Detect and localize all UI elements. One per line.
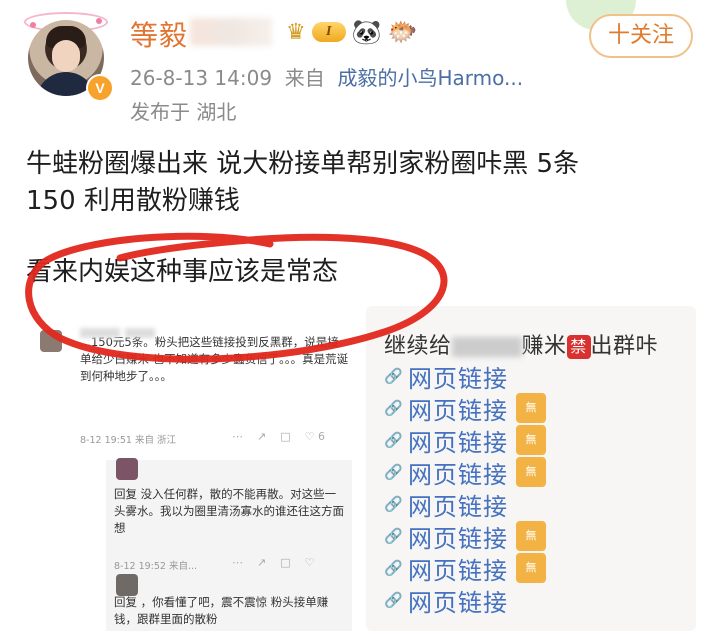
follow-button[interactable]: 十关注 bbox=[589, 14, 693, 58]
reply-avatar bbox=[116, 574, 138, 596]
link-icon: 🔗 bbox=[384, 559, 403, 577]
post-line: 牛蛙粉圈爆出来 说大粉接单帮别家粉圈咔黑 5条 bbox=[26, 149, 580, 179]
fish-icon[interactable]: 🐡 bbox=[388, 20, 418, 44]
post-meta: 26-8-13 14:09 来自 成毅的小鸟Harmo... bbox=[130, 62, 523, 91]
halo-dot bbox=[30, 22, 36, 28]
share-icon: ↗ bbox=[257, 556, 267, 569]
web-link-row[interactable]: 🔗 网页链接 bbox=[384, 359, 508, 394]
web-link-row[interactable]: 🔗 网页链接無 bbox=[384, 519, 546, 554]
halo-dot bbox=[96, 18, 102, 24]
redaction bbox=[451, 337, 522, 357]
author-avatar-frame[interactable]: V bbox=[22, 12, 114, 104]
reply-meta: 8-12 19:52 来自... bbox=[114, 561, 198, 572]
post-image-comments[interactable]: ...150元5条。粉头把这些链接投到反黑群，说是接单给少白赚米 也不知道有多少… bbox=[36, 312, 354, 631]
more-icon: ⋯ bbox=[232, 556, 243, 569]
web-link-label[interactable]: 网页链接 bbox=[408, 359, 508, 394]
comment-icon: □ bbox=[280, 430, 291, 443]
web-link-label[interactable]: 网页链接 bbox=[408, 391, 508, 426]
chat-message-title: 继续给 赚米禁出群咔 bbox=[384, 334, 659, 359]
user-badges: ♛ I 🐼 🐡 bbox=[286, 14, 418, 50]
web-link-label[interactable]: 网页链接 bbox=[408, 583, 508, 618]
like-count: 6 bbox=[318, 430, 325, 443]
link-icon: 🔗 bbox=[384, 527, 403, 545]
link-badge: 無 bbox=[516, 521, 546, 551]
link-icon: 🔗 bbox=[384, 463, 403, 481]
source-prefix: 来自 bbox=[284, 66, 325, 90]
crown-icon: ♛ bbox=[286, 19, 306, 45]
like-icon: ♡ bbox=[304, 556, 315, 569]
web-link-label[interactable]: 网页链接 bbox=[408, 551, 508, 586]
comment-icon: □ bbox=[280, 556, 291, 569]
post-location: 发布于 湖北 bbox=[130, 100, 237, 124]
ban-badge: 禁 bbox=[566, 335, 591, 359]
link-badge: 無 bbox=[516, 457, 546, 487]
link-icon: 🔗 bbox=[384, 431, 403, 449]
web-link-row[interactable]: 🔗 网页链接 bbox=[384, 583, 508, 618]
post-line: 150 利用散粉赚钱 bbox=[26, 186, 240, 216]
like-icon: ♡ bbox=[304, 430, 315, 443]
link-icon: 🔗 bbox=[384, 591, 403, 609]
post-timestamp: 26-8-13 14:09 bbox=[130, 66, 273, 90]
level-badge[interactable]: I bbox=[311, 22, 346, 42]
comment-actions[interactable]: ⋯ ↗ □ ♡ 6 bbox=[232, 430, 325, 443]
post-line: 看来内娱这种事应该是常态 bbox=[26, 257, 339, 287]
panda-icon[interactable]: 🐼 bbox=[352, 20, 382, 44]
post-body: 牛蛙粉圈爆出来 说大粉接单帮别家粉圈咔黑 5条 150 利用散粉赚钱 看来内娱这… bbox=[26, 146, 706, 291]
commenter-avatar bbox=[40, 330, 62, 352]
web-link-label[interactable]: 网页链接 bbox=[408, 423, 508, 458]
source-link[interactable]: 成毅的小鸟Harmo... bbox=[338, 66, 524, 90]
web-link-row[interactable]: 🔗 网页链接無 bbox=[384, 423, 546, 458]
web-link-row[interactable]: 🔗 网页链接無 bbox=[384, 551, 546, 586]
more-icon: ⋯ bbox=[232, 430, 243, 443]
web-link-row[interactable]: 🔗 网页链接無 bbox=[384, 455, 546, 490]
comment-meta: 8-12 19:51 来自 浙江 bbox=[80, 435, 176, 446]
web-link-row[interactable]: 🔗 网页链接 bbox=[384, 487, 508, 522]
reply-text: 回复 没入任何群，散的不能再散。对这些一头雾水。我以为圈里清汤寡水的谁还往这方面… bbox=[114, 487, 344, 535]
reply-text: 回复 ，你看懂了吧，震不震惊 粉头接单赚钱，跟群里面的散粉 bbox=[114, 595, 329, 626]
link-badge: 無 bbox=[516, 393, 546, 423]
link-badge: 無 bbox=[516, 553, 546, 583]
name-redaction bbox=[190, 18, 272, 46]
link-icon: 🔗 bbox=[384, 399, 403, 417]
web-link-row[interactable]: 🔗 网页链接無 bbox=[384, 391, 546, 426]
comment-text: ...150元5条。粉头把这些链接投到反黑群，说是接单给少白赚米 也不知道有多少… bbox=[80, 335, 349, 383]
web-link-label[interactable]: 网页链接 bbox=[408, 519, 508, 554]
share-icon: ↗ bbox=[257, 430, 267, 443]
post-image-chat[interactable]: 继续给 赚米禁出群咔 🔗 网页链接 🔗 网页链接無 🔗 网页链接無 🔗 网页链接無 🔗 网页链接 🔗 网… bbox=[366, 306, 696, 631]
reply-actions[interactable]: ⋯ ↗ □ ♡ bbox=[232, 556, 315, 569]
author-name[interactable]: 等毅 bbox=[130, 14, 188, 54]
verified-badge: V bbox=[86, 74, 114, 102]
reply-avatar bbox=[116, 458, 138, 480]
web-link-label[interactable]: 网页链接 bbox=[408, 455, 508, 490]
link-badge: 無 bbox=[516, 425, 546, 455]
web-link-label[interactable]: 网页链接 bbox=[408, 487, 508, 522]
link-icon: 🔗 bbox=[384, 367, 403, 385]
link-icon: 🔗 bbox=[384, 495, 403, 513]
